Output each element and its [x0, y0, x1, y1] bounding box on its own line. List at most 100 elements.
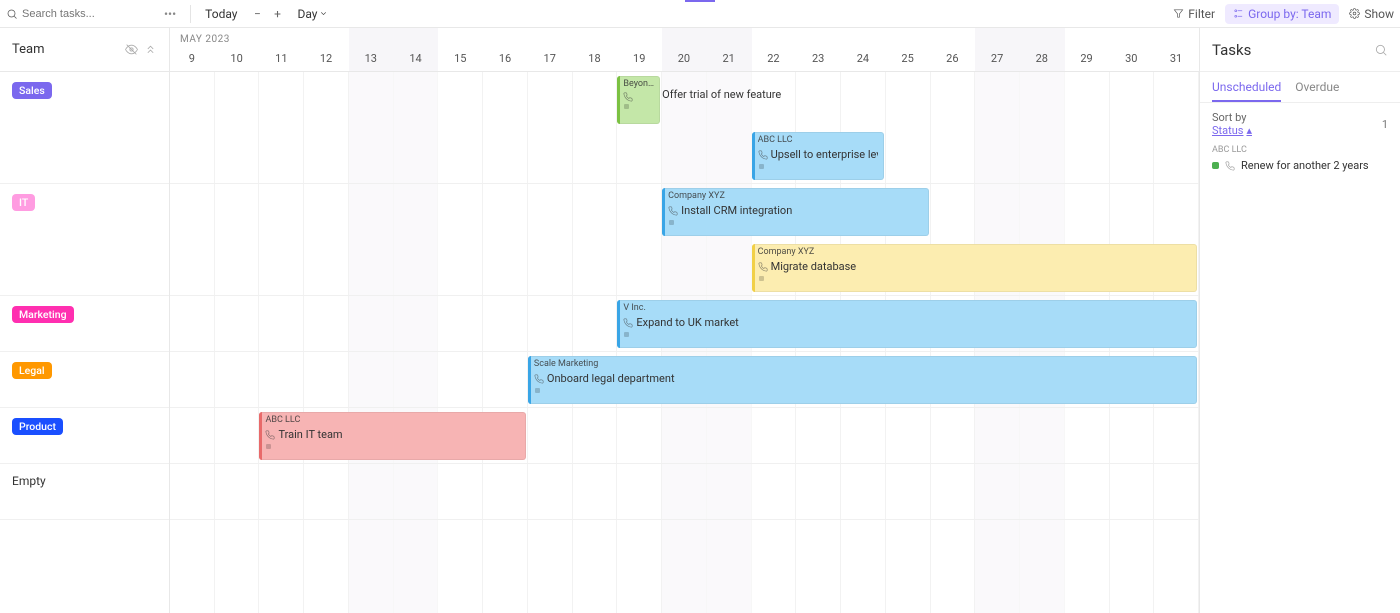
group-by-button[interactable]: Group by: Team	[1225, 4, 1339, 24]
date-cell: 31	[1154, 28, 1199, 71]
task-title: Upsell to enterprise level	[758, 148, 878, 162]
sort-by-dropdown[interactable]: Status ▴	[1212, 124, 1252, 137]
sidebar-task-item[interactable]: Renew for another 2 years	[1212, 157, 1388, 174]
today-button[interactable]: Today	[205, 7, 237, 21]
task-title: Train IT team	[265, 428, 519, 442]
date-cell: 29	[1065, 28, 1110, 71]
task-bar[interactable]: V Inc.Expand to UK market	[617, 300, 1197, 348]
task-title: Install CRM integration	[668, 204, 922, 218]
view-mode-dropdown[interactable]: Day	[297, 7, 328, 21]
gear-icon	[1349, 8, 1360, 19]
task-client: ABC LLC	[265, 415, 519, 427]
status-dot	[624, 332, 629, 337]
collapse-icon[interactable]	[144, 43, 157, 56]
group-column: Team Sales IT Marketing Legal Product Empty	[0, 28, 170, 613]
group-badge[interactable]: Product	[12, 418, 63, 435]
group-cell: Legal	[0, 352, 169, 408]
task-bar[interactable]: ABC LLCUpsell to enterprise level	[752, 132, 884, 180]
task-bar[interactable]: Company XYZInstall CRM integration	[662, 188, 928, 236]
date-cell: 22	[752, 28, 797, 71]
date-cell: 30	[1109, 28, 1154, 71]
sidebar-header: Tasks	[1200, 28, 1400, 72]
date-cell: 26	[930, 28, 975, 71]
date-cell: 10	[215, 28, 260, 71]
gantt-view: Team Sales IT Marketing Legal Product Empty M…	[0, 28, 1200, 613]
group-cell: IT	[0, 184, 169, 296]
filter-button[interactable]: Filter	[1173, 7, 1215, 21]
timeline-grid: MAY 2023 9101112131415161718192021222324…	[170, 28, 1199, 613]
empty-group-label: Empty	[12, 474, 46, 488]
date-cell: 21	[707, 28, 752, 71]
date-cell: 23	[796, 28, 841, 71]
task-bar[interactable]: Company XYZMigrate database	[752, 244, 1197, 292]
task-bar[interactable]: ABC LLCTrain IT team	[259, 412, 525, 460]
task-title: Expand to UK market	[623, 316, 1191, 330]
sort-row: Sort by Status ▴ 1	[1200, 103, 1400, 145]
task-bar[interactable]: Beyond I...	[617, 76, 660, 124]
task-client: Scale Marketing	[534, 359, 1191, 371]
status-dot	[266, 444, 271, 449]
filter-icon	[1173, 8, 1184, 19]
date-cell: 11	[259, 28, 304, 71]
task-client: Company XYZ	[758, 247, 1191, 259]
sidebar-group-client: ABC LLC	[1212, 145, 1388, 155]
group-cell: Sales	[0, 72, 169, 184]
search-wrap	[6, 8, 156, 20]
zoom-out-button[interactable]: −	[249, 6, 265, 22]
more-icon[interactable]: •••	[164, 7, 176, 21]
group-badge[interactable]: IT	[12, 194, 35, 211]
task-client: Company XYZ	[668, 191, 922, 203]
group-cell: Marketing	[0, 296, 169, 352]
date-cell: 27	[975, 28, 1020, 71]
group-badge[interactable]: Legal	[12, 362, 52, 379]
status-dot	[759, 276, 764, 281]
search-icon[interactable]	[1374, 43, 1388, 57]
date-cell: 19	[617, 28, 662, 71]
task-title: Onboard legal department	[534, 372, 1191, 386]
phone-icon	[1225, 161, 1235, 171]
date-header-row: 9101112131415161718192021222324252627282…	[170, 28, 1199, 72]
task-title: Migrate database	[758, 260, 1191, 274]
status-dot	[669, 220, 674, 225]
date-cell: 17	[528, 28, 573, 71]
tab-unscheduled[interactable]: Unscheduled	[1212, 74, 1281, 102]
date-cell: 16	[483, 28, 528, 71]
status-dot	[535, 388, 540, 393]
show-button[interactable]: Show	[1349, 7, 1394, 21]
date-cell: 24	[841, 28, 886, 71]
timeline-row	[170, 464, 1199, 520]
search-input[interactable]	[22, 8, 122, 20]
group-badge[interactable]: Marketing	[12, 306, 74, 323]
sidebar-task-group: ABC LLC Renew for another 2 years	[1200, 145, 1400, 174]
date-cell: 12	[304, 28, 349, 71]
group-cell: Empty	[0, 464, 169, 520]
toolbar: ••• Today − + Day Filter Group by: Team …	[0, 0, 1400, 28]
divider	[190, 5, 191, 23]
group-cell: Product	[0, 408, 169, 464]
visibility-icon[interactable]	[125, 43, 138, 56]
date-cell: 28	[1020, 28, 1065, 71]
date-cell: 18	[573, 28, 618, 71]
group-icon	[1233, 8, 1244, 19]
date-cell: 20	[662, 28, 707, 71]
milestone-label[interactable]: Offer trial of new feature	[662, 88, 781, 101]
date-cell: 14	[394, 28, 439, 71]
task-bar[interactable]: Scale MarketingOnboard legal department	[528, 356, 1197, 404]
status-dot	[759, 164, 764, 169]
group-badge[interactable]: Sales	[12, 82, 52, 99]
date-cell: 9	[170, 28, 215, 71]
sidebar-tabs: Unscheduled Overdue	[1200, 72, 1400, 103]
search-icon	[6, 8, 18, 20]
tasks-sidebar: Tasks Unscheduled Overdue Sort by Status …	[1200, 28, 1400, 613]
tab-overdue[interactable]: Overdue	[1295, 74, 1339, 102]
task-client: V Inc.	[623, 303, 1191, 315]
date-cell: 13	[349, 28, 394, 71]
date-cell: 25	[886, 28, 931, 71]
chevron-down-icon	[319, 9, 328, 18]
task-client: ABC LLC	[758, 135, 878, 147]
team-header: Team	[0, 28, 169, 72]
task-client: Beyond I...	[623, 79, 654, 91]
task-count: 1	[1382, 118, 1388, 131]
zoom-in-button[interactable]: +	[269, 6, 285, 22]
status-dot	[1212, 162, 1219, 169]
